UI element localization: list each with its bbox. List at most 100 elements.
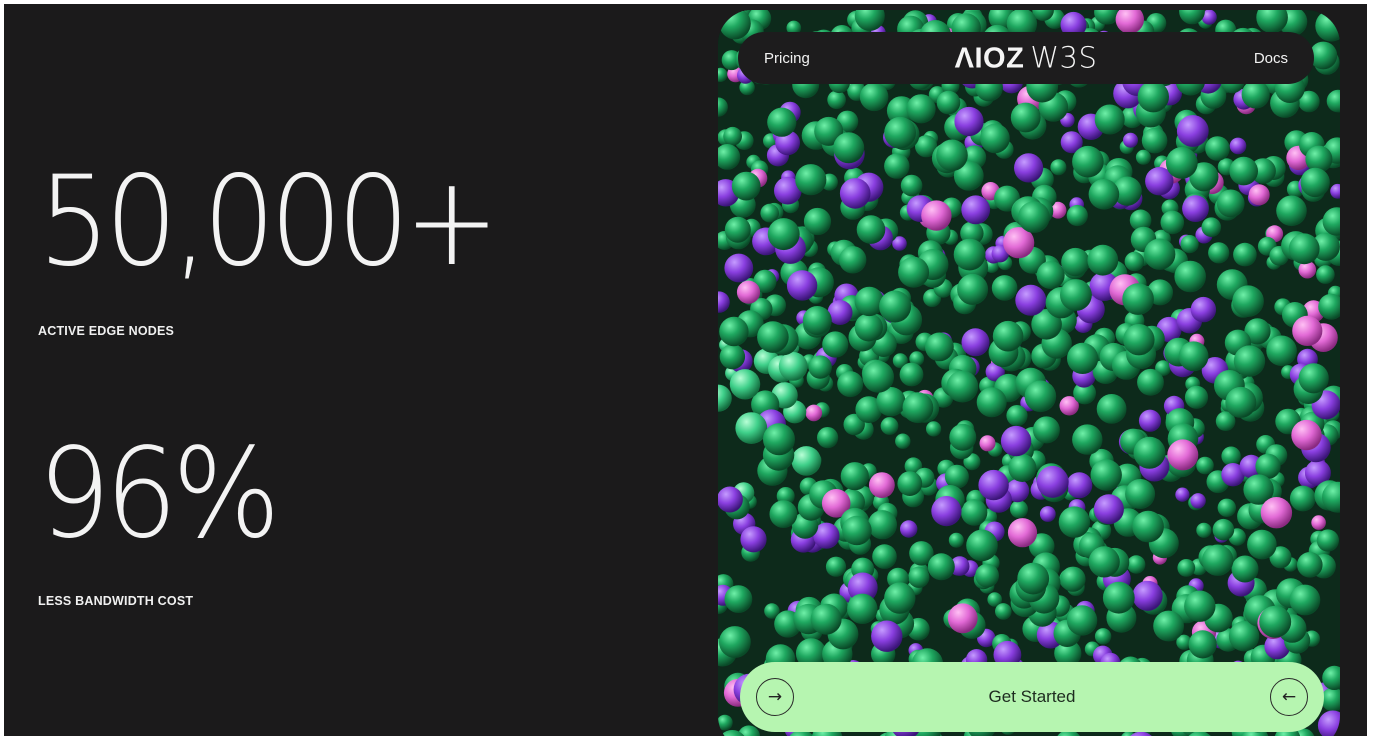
sphere <box>1127 555 1146 574</box>
logo-mark: ΛIOZ <box>954 42 1025 75</box>
sphere <box>1212 518 1235 541</box>
sphere <box>1208 242 1230 264</box>
sphere <box>1018 201 1050 233</box>
nav-link-pricing[interactable]: Pricing <box>764 50 810 67</box>
sphere <box>948 532 964 548</box>
sphere <box>872 544 897 569</box>
sphere <box>1165 147 1198 179</box>
sphere <box>736 280 761 304</box>
sphere <box>897 471 923 496</box>
sphere <box>1231 555 1259 583</box>
sphere <box>1061 247 1090 277</box>
logo-suffix: W3S <box>1030 40 1098 75</box>
sphere <box>808 355 832 379</box>
sphere <box>760 203 779 223</box>
sphere <box>862 361 894 393</box>
sphere <box>1124 251 1145 272</box>
sphere <box>1096 394 1127 424</box>
sphere <box>1066 204 1088 227</box>
sphere <box>856 215 886 244</box>
sphere <box>980 123 1010 154</box>
sphere <box>949 423 977 451</box>
sphere <box>723 126 742 146</box>
sphere <box>927 553 955 581</box>
sphere <box>1006 405 1028 427</box>
sphere <box>1201 217 1222 237</box>
sphere <box>1137 81 1169 113</box>
sphere <box>817 427 839 449</box>
sphere <box>1259 605 1292 638</box>
sphere <box>1058 506 1091 538</box>
sphere <box>1024 380 1057 413</box>
sphere <box>769 500 798 528</box>
sphere <box>1132 510 1164 543</box>
sphere <box>1217 498 1236 517</box>
sphere <box>1072 424 1103 455</box>
sphere <box>1060 279 1092 311</box>
sphere <box>840 462 869 491</box>
sphere <box>1138 409 1162 432</box>
sphere <box>778 352 808 381</box>
stat-label-bandwidth: LESS BANDWIDTH COST <box>38 594 194 608</box>
sphere <box>1087 244 1119 276</box>
sphere <box>908 566 930 588</box>
sphere <box>1093 494 1124 525</box>
sphere <box>763 423 795 456</box>
sphere <box>902 392 934 424</box>
sphere <box>847 593 878 624</box>
sphere <box>1190 296 1217 323</box>
sphere <box>991 275 1018 301</box>
sphere <box>900 174 923 197</box>
sphere <box>1153 610 1184 642</box>
sphere <box>822 331 849 358</box>
sphere <box>1196 456 1214 475</box>
sphere <box>719 316 749 347</box>
sphere <box>1007 518 1038 548</box>
sphere <box>957 273 989 305</box>
sphere <box>854 313 883 342</box>
sphere <box>1123 132 1138 148</box>
sphere <box>1216 189 1245 218</box>
sphere <box>1008 454 1037 482</box>
sphere <box>1072 145 1104 178</box>
sphere <box>898 256 930 288</box>
sphere <box>1066 605 1098 636</box>
sphere <box>979 435 996 452</box>
sphere <box>1067 342 1099 374</box>
sphere <box>1177 559 1196 577</box>
sphere <box>947 603 978 634</box>
sphere <box>1289 485 1316 512</box>
sphere <box>1050 159 1067 176</box>
sphere <box>1311 515 1326 530</box>
sphere <box>1247 529 1277 560</box>
sphere <box>1122 283 1154 315</box>
sphere <box>767 218 800 251</box>
page: 50,000+ ACTIVE EDGE NODES 96% LESS BANDW… <box>4 4 1367 736</box>
sphere <box>859 82 889 112</box>
sphere <box>884 116 916 149</box>
nav-link-docs[interactable]: Docs <box>1254 50 1288 67</box>
sphere <box>978 469 1009 501</box>
sphere <box>1180 235 1199 254</box>
sphere <box>1184 385 1209 409</box>
sphere <box>1036 465 1069 498</box>
sphere <box>1017 562 1050 595</box>
sphere <box>719 344 746 370</box>
arrow-left-icon: ← <box>1270 678 1308 716</box>
sphere <box>1291 419 1322 451</box>
get-started-button[interactable]: → Get Started ← <box>740 662 1324 732</box>
sphere <box>1167 439 1199 471</box>
sphere <box>900 520 918 538</box>
sphere <box>837 371 864 398</box>
sphere <box>1184 590 1216 622</box>
sphere <box>731 171 761 201</box>
sphere <box>1094 628 1112 645</box>
sphere <box>975 563 999 588</box>
sphere <box>1190 493 1206 509</box>
brand-logo[interactable]: ΛIOZ W3S <box>955 41 1098 76</box>
sphere <box>1276 195 1307 227</box>
sphere <box>1135 149 1151 165</box>
sphere <box>735 412 768 444</box>
sphere <box>757 321 789 353</box>
sphere <box>827 90 846 110</box>
